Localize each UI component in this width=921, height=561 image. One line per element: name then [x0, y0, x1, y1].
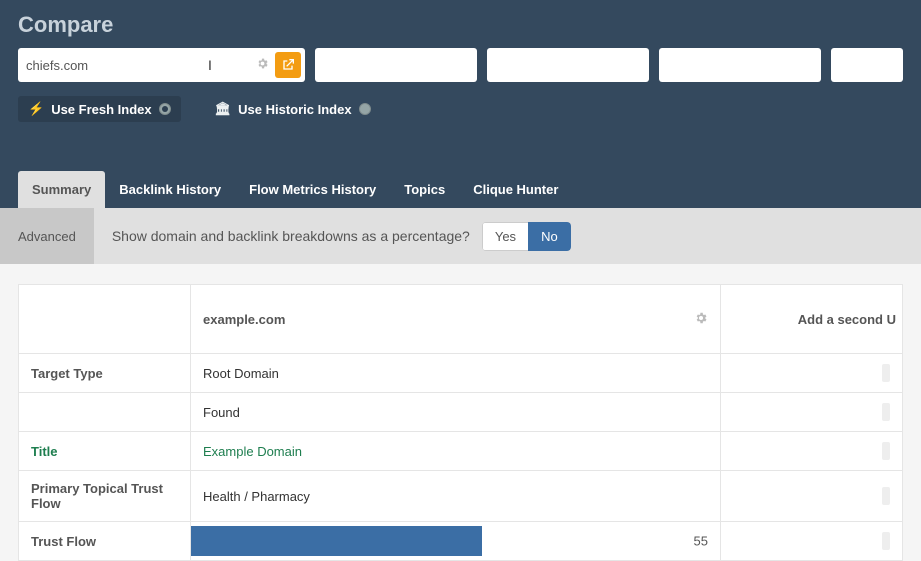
compare-field-2[interactable] [323, 48, 473, 82]
compare-table: example.com Add a second U Target Type R… [18, 284, 903, 561]
col-a-domain: example.com [203, 312, 285, 327]
historic-index-label: Use Historic Index [238, 102, 351, 117]
header-area: Compare I ⚡ Use Fresh Index 🏛 Use Histor… [0, 0, 921, 140]
bolt-icon: ⚡ [28, 101, 44, 117]
tab-clique-hunter[interactable]: Clique Hunter [459, 171, 572, 208]
primary-search-input[interactable] [26, 48, 250, 82]
compare-input-2[interactable] [315, 48, 477, 82]
placeholder-skeleton [882, 442, 890, 460]
header-blank [19, 285, 191, 354]
compare-field-3[interactable] [495, 48, 645, 82]
tab-summary[interactable]: Summary [18, 171, 105, 208]
value-title[interactable]: Example Domain [191, 434, 720, 469]
value-primary-topic: Health / Pharmacy [191, 479, 720, 514]
toggle-no[interactable]: No [528, 222, 571, 251]
compare-field-5[interactable] [839, 48, 899, 82]
compare-inputs-row: I [18, 48, 903, 82]
row-target-type: Target Type Root Domain [19, 354, 903, 393]
fresh-index-label: Use Fresh Index [51, 102, 151, 117]
fresh-index-option[interactable]: ⚡ Use Fresh Index [18, 96, 181, 122]
label-title: Title [19, 434, 190, 469]
tabs-row: Summary Backlink History Flow Metrics Hi… [0, 168, 921, 208]
percentage-question-label: Show domain and backlink breakdowns as a… [112, 228, 470, 244]
compare-input-5[interactable] [831, 48, 903, 82]
compare-input-3[interactable] [487, 48, 649, 82]
label-target-type: Target Type [19, 356, 190, 391]
placeholder-skeleton [882, 364, 890, 382]
row-title: Title Example Domain [19, 432, 903, 471]
row-found: Found [19, 393, 903, 432]
trust-flow-bar-cell: 55 [191, 522, 721, 561]
tab-backlink-history[interactable]: Backlink History [105, 171, 235, 208]
header-col-b[interactable]: Add a second U [721, 285, 903, 354]
percentage-toggle: Yes No [482, 222, 571, 251]
placeholder-skeleton [882, 403, 890, 421]
placeholder-skeleton [882, 532, 890, 550]
placeholder-skeleton [882, 487, 890, 505]
submit-arrow-button[interactable] [275, 52, 301, 78]
tab-topics[interactable]: Topics [390, 171, 459, 208]
label-primary-topic: Primary Topical Trust Flow [19, 471, 190, 521]
index-toggle-row: ⚡ Use Fresh Index 🏛 Use Historic Index [18, 96, 903, 122]
fresh-index-radio[interactable] [159, 103, 171, 115]
gear-icon[interactable] [250, 57, 275, 73]
historic-index-option[interactable]: 🏛 Use Historic Index [205, 96, 381, 122]
advanced-button[interactable]: Advanced [0, 208, 94, 264]
bank-icon: 🏛 [215, 101, 232, 117]
primary-search-box[interactable]: I [18, 48, 305, 82]
add-second-url-prompt[interactable]: Add a second U [721, 285, 902, 353]
header-spacer [0, 140, 921, 168]
compare-field-4[interactable] [667, 48, 817, 82]
label-trust-flow: Trust Flow [19, 524, 190, 559]
value-found: Found [191, 395, 720, 430]
content-area: example.com Add a second U Target Type R… [0, 264, 921, 561]
toggle-yes[interactable]: Yes [482, 222, 528, 251]
page-title: Compare [18, 12, 903, 38]
gear-icon[interactable] [694, 311, 708, 328]
row-primary-topic: Primary Topical Trust Flow Health / Phar… [19, 471, 903, 522]
label-found [19, 402, 190, 422]
row-trust-flow: Trust Flow 55 [19, 522, 903, 561]
value-target-type: Root Domain [191, 356, 720, 391]
tab-flow-metrics[interactable]: Flow Metrics History [235, 171, 390, 208]
trust-flow-value: 55 [694, 534, 708, 549]
options-bar: Advanced Show domain and backlink breakd… [0, 208, 921, 264]
historic-index-radio[interactable] [359, 103, 371, 115]
header-col-a: example.com [191, 285, 721, 354]
trust-flow-bar [191, 526, 482, 556]
compare-input-4[interactable] [659, 48, 821, 82]
